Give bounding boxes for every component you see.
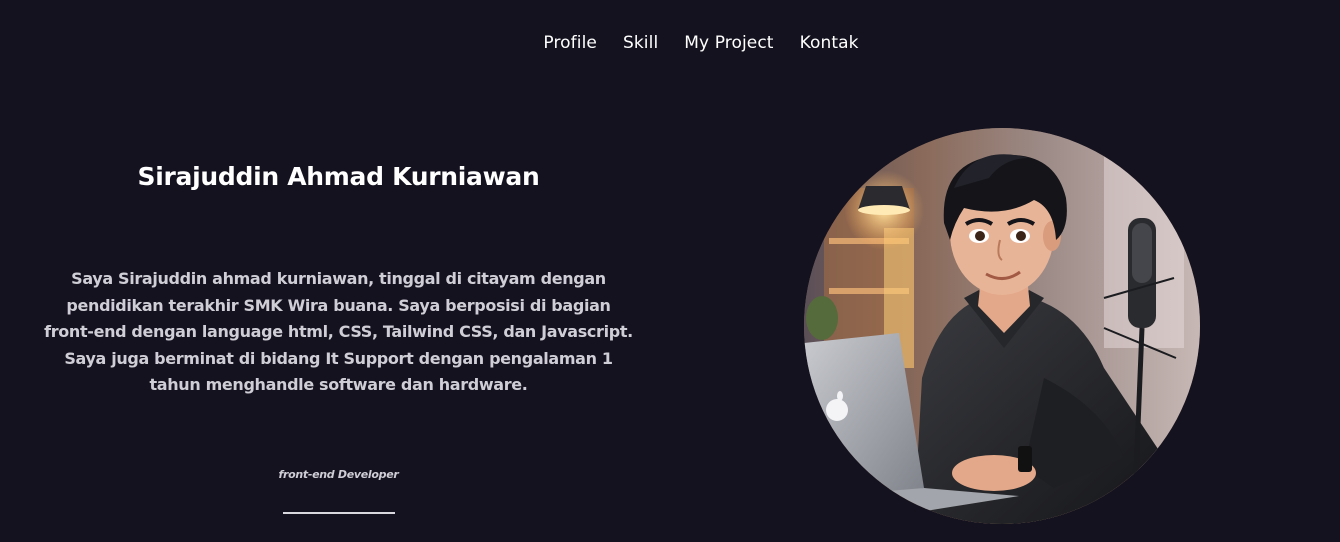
profile-role: front-end Developer [278, 468, 399, 481]
profile-bio: Saya Sirajuddin ahmad kurniawan, tinggal… [44, 269, 633, 394]
profile-avatar [804, 128, 1200, 524]
nav-my-project-link[interactable]: My Project [684, 30, 773, 56]
role-divider [283, 512, 395, 514]
avatar-illustration [804, 128, 1200, 524]
profile-name: Sirajuddin Ahmad Kurniawan [137, 162, 540, 191]
hero-intro: Sirajuddin Ahmad Kurniawan Saya Sirajudd… [40, 0, 637, 542]
nav-kontak-link[interactable]: Kontak [800, 30, 859, 56]
